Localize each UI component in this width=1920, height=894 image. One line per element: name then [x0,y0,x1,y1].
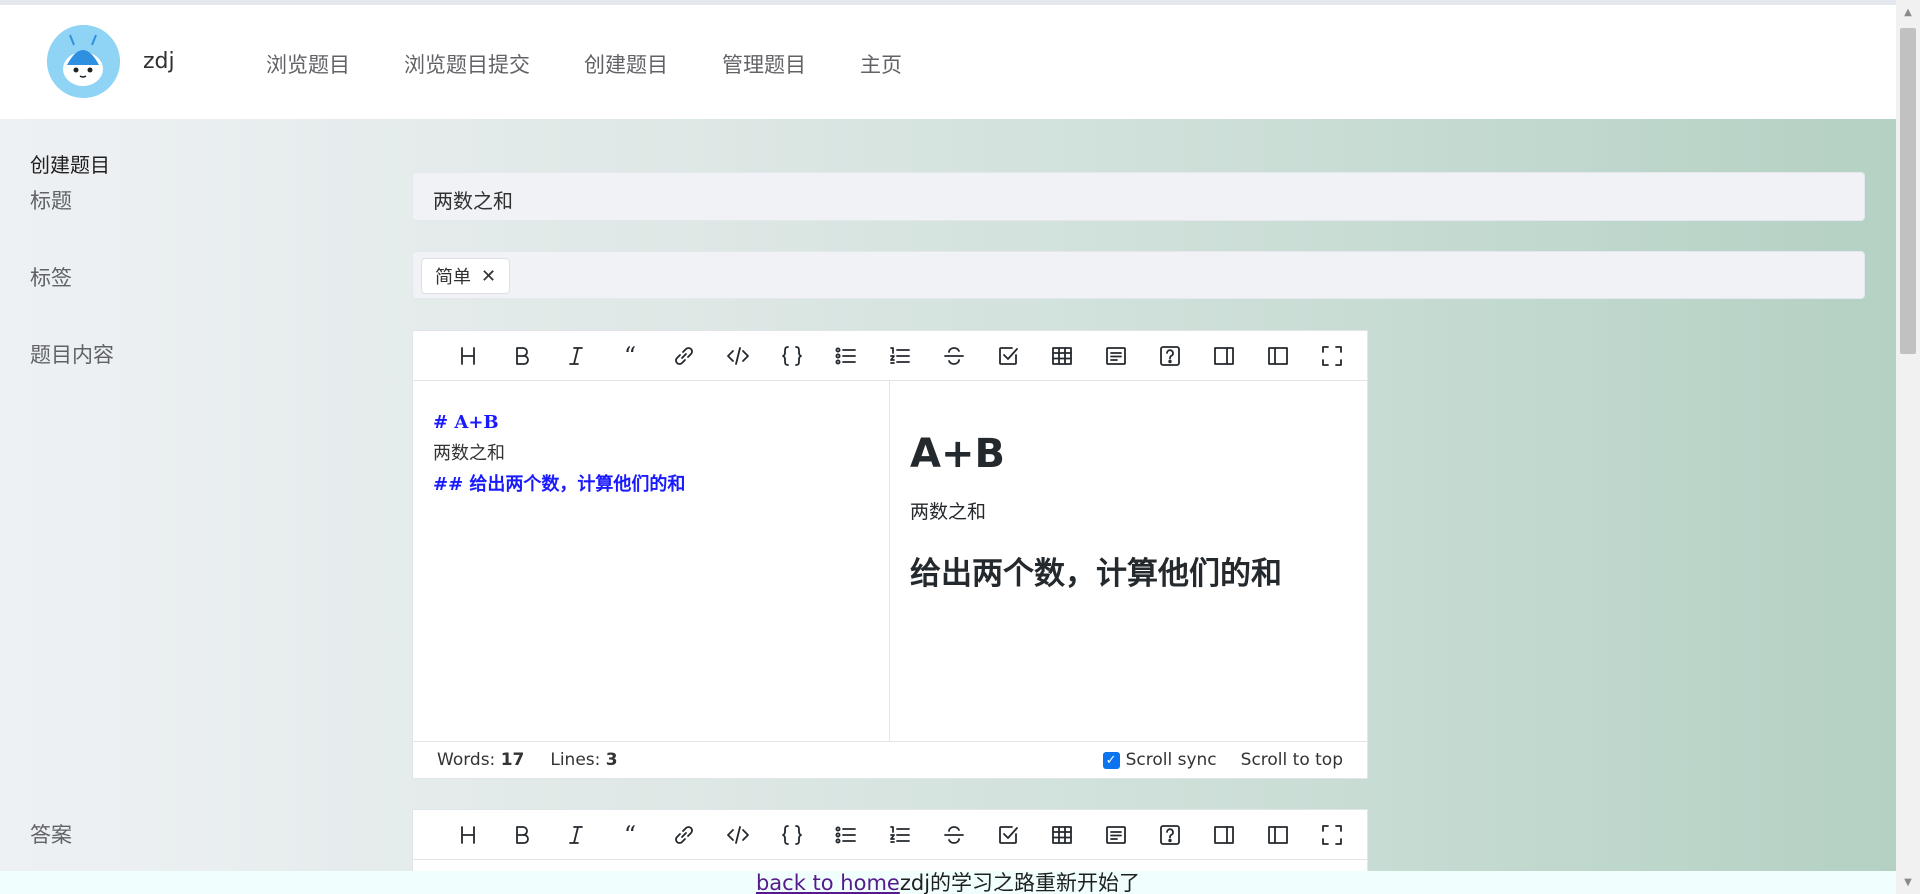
footer: back to homezdj的学习之路重新开始了 [0,871,1896,894]
editor-statusbar: Words: 17 Lines: 3 ✓ Scroll sync Scroll … [413,741,1367,778]
tags-label: 标签 [30,266,72,290]
help-icon[interactable] [1143,338,1197,374]
scroll-down-icon[interactable]: ▼ [1896,872,1920,892]
table-icon[interactable] [1035,338,1089,374]
code-block-icon[interactable] [765,338,819,374]
markdown-preview: A+B 两数之和 给出两个数，计算他们的和 [890,381,1367,741]
content-label: 题目内容 [30,343,114,367]
line-count: Lines: 3 [550,750,618,770]
content-editor[interactable]: “ # A+B 两数之和 ## 给出两个数，计算他们的和 A+B 两数之和 给出… [412,330,1368,779]
italic-icon[interactable] [549,817,603,853]
editor-toolbar: “ [413,331,1367,381]
answer-editor[interactable]: “ [412,809,1368,879]
strikethrough-icon[interactable] [927,338,981,374]
preview-paragraph: 两数之和 [910,501,987,523]
word-count: Words: 17 [437,750,525,770]
scroll-to-top-button[interactable]: Scroll to top [1241,750,1343,770]
table-icon[interactable] [1035,817,1089,853]
nav-browse-submissions[interactable]: 浏览题目提交 [404,49,530,79]
preview-heading-2: 给出两个数，计算他们的和 [910,556,1282,592]
ordered-list-icon[interactable] [873,817,927,853]
heading-icon[interactable] [441,338,495,374]
header: zdj 浏览题目 浏览题目提交 创建题目 管理题目 主页 [0,5,1896,119]
tag-label: 简单 [435,267,471,288]
title-input[interactable]: 两数之和 [412,172,1865,221]
toc-icon[interactable] [1089,338,1143,374]
main-content: 创建题目 标题 两数之和 标签 简单 ✕ 题目内容 “ # A+B 两数之和 #… [0,119,1896,879]
source-line-2: 两数之和 [433,443,505,464]
help-icon[interactable] [1143,817,1197,853]
answer-editor-toolbar: “ [413,810,1367,860]
unordered-list-icon[interactable] [819,338,873,374]
italic-icon[interactable] [549,338,603,374]
nav-manage-problems[interactable]: 管理题目 [722,49,806,79]
quote-icon[interactable]: “ [603,338,657,374]
markdown-source[interactable]: # A+B 两数之和 ## 给出两个数，计算他们的和 [413,381,890,741]
strikethrough-icon[interactable] [927,817,981,853]
scrollbar-thumb[interactable] [1900,28,1916,354]
close-icon[interactable]: ✕ [481,266,496,287]
quote-icon[interactable]: “ [603,817,657,853]
fullscreen-icon[interactable] [1305,338,1359,374]
editor-panes: # A+B 两数之和 ## 给出两个数，计算他们的和 A+B 两数之和 给出两个… [413,381,1367,741]
fullscreen-icon[interactable] [1305,817,1359,853]
preview-heading-1: A+B [910,431,1005,477]
source-line-1: # A+B [433,412,499,433]
tags-input[interactable]: 简单 ✕ [412,251,1865,299]
footer-text: zdj的学习之路重新开始了 [899,871,1141,894]
answer-label: 答案 [30,823,72,847]
scroll-sync-toggle[interactable]: ✓ Scroll sync [1102,750,1217,770]
tag-chip: 简单 ✕ [421,258,511,294]
page-title: 创建题目 [30,153,110,177]
task-list-icon[interactable] [981,338,1035,374]
editor-only-icon[interactable] [1251,338,1305,374]
unordered-list-icon[interactable] [819,817,873,853]
bold-icon[interactable] [495,338,549,374]
bold-icon[interactable] [495,817,549,853]
title-label: 标题 [30,189,72,213]
task-list-icon[interactable] [981,817,1035,853]
nav-home[interactable]: 主页 [860,49,902,79]
page-scrollbar[interactable]: ▲ ▼ [1896,0,1920,894]
link-icon[interactable] [657,338,711,374]
preview-only-icon[interactable] [1197,817,1251,853]
heading-icon[interactable] [441,817,495,853]
source-line-3: ## 给出两个数，计算他们的和 [433,474,686,495]
avatar[interactable] [47,25,120,98]
code-block-icon[interactable] [765,817,819,853]
back-to-home-link[interactable]: back to home [756,871,900,894]
toc-icon[interactable] [1089,817,1143,853]
editor-only-icon[interactable] [1251,817,1305,853]
ordered-list-icon[interactable] [873,338,927,374]
nav-browse-problems[interactable]: 浏览题目 [266,49,350,79]
checkbox-checked-icon[interactable]: ✓ [1102,751,1120,769]
scroll-sync-label: Scroll sync [1125,750,1217,770]
nav-create-problem[interactable]: 创建题目 [584,49,668,79]
link-icon[interactable] [657,817,711,853]
scroll-up-icon[interactable]: ▲ [1896,2,1920,22]
preview-only-icon[interactable] [1197,338,1251,374]
username: zdj [143,49,175,74]
code-icon[interactable] [711,338,765,374]
code-icon[interactable] [711,817,765,853]
title-value: 两数之和 [433,189,513,213]
